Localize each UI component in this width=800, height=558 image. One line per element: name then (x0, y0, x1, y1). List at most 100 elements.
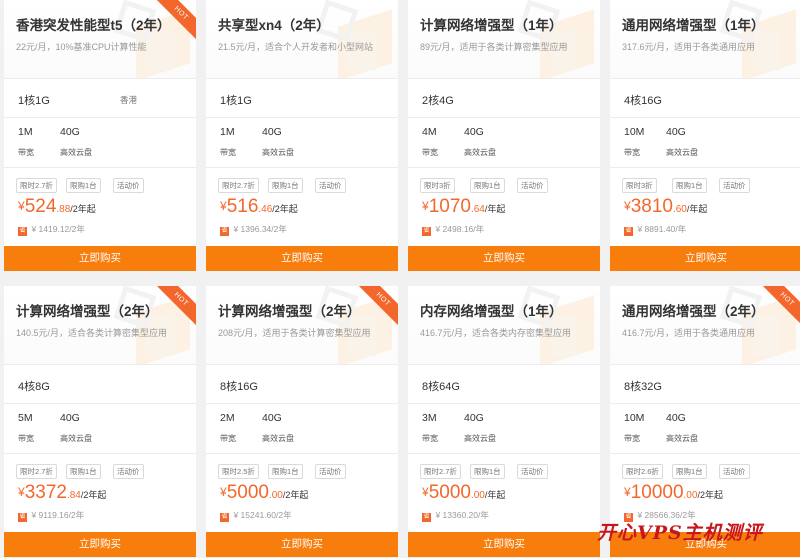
buy-now-button[interactable]: 立即购买 (206, 532, 398, 557)
original-price: 省 ¥ 13360.20/年 (422, 505, 489, 523)
price-integer: 3810 (630, 196, 673, 217)
save-badge-icon: 省 (18, 513, 27, 522)
disk-value: 40G (666, 412, 686, 424)
original-price: 省 ¥ 1396.34/2年 (220, 219, 287, 237)
buy-now-button[interactable]: 立即购买 (610, 246, 800, 271)
promo-tag: 限购1台 (672, 178, 707, 193)
currency-symbol: ¥ (220, 485, 227, 499)
price-decimal: .64 (470, 204, 485, 215)
cpu-memory-spec: 4核16G (624, 95, 662, 107)
divider (206, 453, 398, 454)
plan-header: HOT 通用网络增强型（2年） 416.7元/月，适用于各类通用应用 (610, 286, 800, 367)
buy-now-button[interactable]: 立即购买 (4, 246, 196, 271)
promo-tag: 限时2.7折 (420, 464, 461, 479)
plan-card[interactable]: 内存网络增强型（1年） 416.7元/月，适合各类内存密集型应用 8核64G 3M 40… (408, 286, 600, 557)
plan-description: 317.6元/月，适用于各类通用应用 (622, 42, 756, 52)
price-unit: /年起 (686, 204, 708, 214)
save-badge-icon: 省 (624, 227, 633, 236)
plan-card[interactable]: HOT 香港突发性能型t5（2年） 22元/月，10%基准CPU计算性能 1核1G 香港… (4, 0, 196, 271)
price-integer: 10000 (630, 482, 684, 503)
plan-card[interactable]: HOT 计算网络增强型（2年） 140.5元/月，适合各类计算密集型应用 4核8G 5M… (4, 286, 196, 557)
price-decimal: .84 (66, 490, 81, 501)
bandwidth-label: 带宽 (220, 148, 236, 157)
divider (610, 167, 800, 168)
spec-row: 8核64G (408, 364, 600, 404)
disk-value: 40G (666, 126, 686, 138)
plan-grid: HOT 香港突发性能型t5（2年） 22元/月，10%基准CPU计算性能 1核1G 香港… (0, 0, 800, 558)
plan-price: ¥5000.00/年起 (422, 482, 505, 504)
site-watermark: 开心VPS主机测评 (597, 522, 763, 544)
plan-description: 140.5元/月，适合各类计算密集型应用 (16, 328, 168, 338)
price-decimal: .88 (56, 204, 71, 215)
plan-description: 416.7元/月，适合各类内存密集型应用 (420, 328, 572, 338)
disk-label: 高效云盘 (262, 148, 294, 157)
spec-row: 8核32G (610, 364, 800, 404)
original-price-text: ¥ 15241.60/2年 (233, 510, 292, 520)
original-price: 省 ¥ 2498.16/年 (422, 219, 484, 237)
promo-tag: 限购1台 (672, 464, 707, 479)
plan-title: 香港突发性能型t5（2年） (16, 18, 171, 33)
save-badge-icon: 省 (18, 227, 27, 236)
promo-tag: 限时3折 (420, 178, 455, 193)
save-badge-icon: 省 (422, 513, 431, 522)
price-unit: /年起 (484, 490, 506, 500)
price-decimal: .60 (672, 204, 687, 215)
promo-tag: 限时2.5折 (218, 464, 259, 479)
plan-card[interactable]: 通用网络增强型（1年） 317.6元/月，适用于各类通用应用 4核16G 10M 40G… (610, 0, 800, 271)
spec-row: 1核1G (206, 78, 398, 118)
currency-symbol: ¥ (220, 199, 227, 213)
price-decimal: .00 (268, 490, 283, 501)
bandwidth-value: 4M (422, 126, 437, 138)
disk-label: 高效云盘 (262, 434, 294, 443)
promo-tag: 活动价 (719, 464, 750, 479)
deco-shape (752, 30, 780, 70)
promo-tag: 限购1台 (470, 464, 505, 479)
disk-label: 高效云盘 (464, 148, 496, 157)
plan-title: 内存网络增强型（1年） (420, 304, 563, 319)
cpu-memory-spec: 8核32G (624, 381, 662, 393)
bandwidth-value: 1M (18, 126, 33, 138)
deco-shape (752, 316, 780, 356)
divider (4, 167, 196, 168)
promo-tag: 限购1台 (66, 464, 101, 479)
buy-now-button[interactable]: 立即购买 (4, 532, 196, 557)
promo-tag: 活动价 (719, 178, 750, 193)
save-badge-icon: 省 (220, 513, 229, 522)
plan-card[interactable]: HOT 计算网络增强型（2年） 208元/月，适用于各类计算密集型应用 8核16G 2M… (206, 286, 398, 557)
plan-card[interactable]: 共享型xn4（2年） 21.5元/月，适合个人开发者和小型网站 1核1G 1M 40G 带… (206, 0, 398, 271)
bandwidth-value: 10M (624, 412, 645, 424)
price-integer: 3372 (24, 482, 67, 503)
decorative-box-graphic (517, 286, 600, 367)
currency-symbol: ¥ (422, 199, 429, 213)
promo-tag: 活动价 (517, 178, 548, 193)
buy-now-button[interactable]: 立即购买 (408, 246, 600, 271)
plan-card[interactable]: 计算网络增强型（1年） 89元/月，适用于各类计算密集型应用 2核4G 4M 40G 带宽… (408, 0, 600, 271)
currency-symbol: ¥ (624, 199, 631, 213)
plan-title: 计算网络增强型（2年） (16, 304, 159, 319)
price-integer: 5000 (428, 482, 471, 503)
price-decimal: .00 (470, 490, 485, 501)
promo-tag: 活动价 (113, 178, 144, 193)
currency-symbol: ¥ (18, 485, 25, 499)
plan-card[interactable]: HOT 通用网络增强型（2年） 416.7元/月，适用于各类通用应用 8核32G 10M… (610, 286, 800, 557)
promo-tag: 限时2.6折 (622, 464, 663, 479)
plan-header: 内存网络增强型（1年） 416.7元/月，适合各类内存密集型应用 (408, 286, 600, 367)
plan-price: ¥516.46/2年起 (220, 196, 298, 218)
cpu-memory-spec: 8核64G (422, 381, 460, 393)
bandwidth-label: 带宽 (624, 434, 640, 443)
cpu-memory-spec: 4核8G (18, 381, 50, 393)
disk-label: 高效云盘 (60, 434, 92, 443)
bandwidth-value: 1M (220, 126, 235, 138)
buy-now-button[interactable]: 立即购买 (206, 246, 398, 271)
plan-header: HOT 香港突发性能型t5（2年） 22元/月，10%基准CPU计算性能 (4, 0, 196, 81)
divider (408, 453, 600, 454)
plan-header: 通用网络增强型（1年） 317.6元/月，适用于各类通用应用 (610, 0, 800, 81)
plan-title: 共享型xn4（2年） (218, 18, 330, 33)
promo-tag: 活动价 (315, 178, 346, 193)
price-decimal: .46 (258, 204, 273, 215)
price-integer: 524 (24, 196, 57, 217)
save-badge-icon: 省 (220, 227, 229, 236)
original-price: 省 ¥ 8891.40/年 (624, 219, 686, 237)
buy-now-button[interactable]: 立即购买 (408, 532, 600, 557)
original-price: 省 ¥ 1419.12/2年 (18, 219, 85, 237)
